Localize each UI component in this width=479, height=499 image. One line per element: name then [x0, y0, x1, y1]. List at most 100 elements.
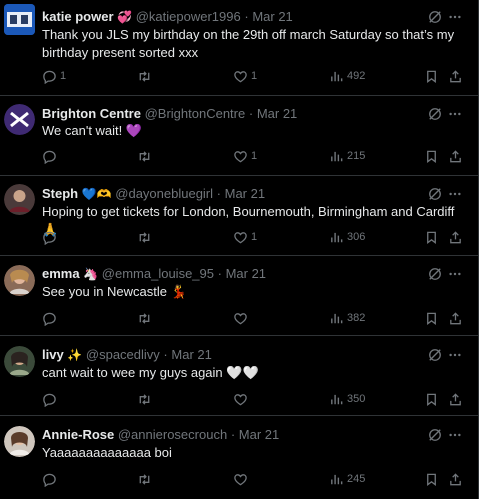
more-icon[interactable]	[448, 428, 462, 442]
more-icon[interactable]	[448, 348, 462, 362]
views-button[interactable]: 215	[329, 148, 365, 164]
grok-icon[interactable]	[428, 107, 442, 121]
grok-icon[interactable]	[428, 187, 442, 201]
avatar[interactable]	[4, 426, 35, 457]
views-button[interactable]: 492	[329, 68, 365, 84]
bookmark-button[interactable]	[424, 391, 439, 407]
like-button[interactable]	[233, 310, 251, 326]
views-button[interactable]: 245	[329, 471, 365, 487]
bookmark-button[interactable]	[424, 229, 439, 245]
tweet-text: cant wait to wee my guys again 🤍🤍	[42, 365, 259, 380]
repost-button[interactable]	[137, 148, 155, 164]
share-button[interactable]	[448, 148, 463, 164]
tweet[interactable]: katie power 💞 @katiepower1996 · Mar 21 T…	[0, 0, 478, 96]
views-button[interactable]: 306	[329, 229, 365, 245]
avatar[interactable]	[4, 346, 35, 377]
share-button[interactable]	[448, 310, 463, 326]
tweet-actions: 1 1 492	[42, 68, 462, 84]
reply-button[interactable]: 1	[42, 68, 66, 84]
display-name[interactable]: Brighton Centre	[42, 106, 141, 121]
like-button[interactable]	[233, 391, 251, 407]
tweet-actions: 1 306	[42, 229, 462, 245]
avatar[interactable]	[4, 4, 35, 35]
repost-button[interactable]	[137, 68, 155, 84]
more-icon[interactable]	[448, 267, 462, 281]
user-handle[interactable]: @katiepower1996	[136, 9, 241, 24]
display-name[interactable]: livy	[42, 347, 64, 362]
display-name[interactable]: emma	[42, 266, 80, 281]
share-icon	[450, 149, 461, 162]
bookmark-button[interactable]	[424, 310, 439, 326]
share-button[interactable]	[448, 229, 463, 245]
bookmark-button[interactable]	[424, 471, 439, 487]
grok-icon[interactable]	[428, 428, 442, 442]
like-button[interactable]	[233, 471, 251, 487]
more-icon[interactable]	[448, 10, 462, 24]
grok-icon[interactable]	[428, 10, 442, 24]
bookmark-button[interactable]	[424, 148, 439, 164]
reply-button[interactable]	[42, 391, 60, 407]
share-icon	[450, 472, 461, 485]
share-button[interactable]	[448, 391, 463, 407]
like-button[interactable]: 1	[233, 68, 257, 84]
tweet[interactable]: Annie-Rose @annierosecrouch · Mar 21 Yaa…	[0, 416, 478, 499]
view-count: 382	[347, 312, 366, 324]
tweet[interactable]: emma 🦄 @emma_louise_95 · Mar 21 See you …	[0, 256, 478, 336]
like-icon	[234, 312, 247, 324]
tweet-date[interactable]: Mar 21	[257, 106, 297, 121]
like-icon	[234, 150, 247, 162]
more-icon[interactable]	[448, 107, 462, 121]
like-count: 1	[251, 70, 258, 82]
display-name[interactable]: Steph	[42, 186, 78, 201]
tweet-date[interactable]: Mar 21	[225, 186, 265, 201]
tweet-text: See you in Newcastle 💃	[42, 284, 187, 299]
repost-button[interactable]	[137, 471, 155, 487]
tweet-actions: 245	[42, 471, 462, 487]
bookmark-icon	[427, 473, 436, 486]
user-handle[interactable]: @dayonebluegirl	[115, 186, 213, 201]
share-button[interactable]	[448, 68, 463, 84]
reply-button[interactable]	[42, 310, 60, 326]
tweet-date[interactable]: Mar 21	[239, 427, 279, 442]
name-badge: 💙🫶	[81, 187, 112, 201]
display-name[interactable]: Annie-Rose	[42, 427, 114, 442]
tweet-date[interactable]: Mar 21	[226, 266, 266, 281]
user-handle[interactable]: @annierosecrouch	[118, 427, 227, 442]
repost-button[interactable]	[137, 229, 155, 245]
share-button[interactable]	[448, 471, 463, 487]
tweet[interactable]: livy ✨ @spacedlivy · Mar 21 cant wait to…	[0, 336, 478, 416]
user-handle[interactable]: @spacedlivy	[86, 347, 160, 362]
avatar[interactable]	[4, 265, 35, 296]
bookmark-button[interactable]	[424, 68, 439, 84]
user-handle[interactable]: @emma_louise_95	[102, 266, 214, 281]
user-handle[interactable]: @BrightonCentre	[145, 106, 246, 121]
like-icon	[234, 70, 247, 82]
more-icon[interactable]	[448, 187, 462, 201]
like-button[interactable]: 1	[233, 229, 257, 245]
tweet[interactable]: Steph 💙🫶 @dayonebluegirl · Mar 21 Hoping…	[0, 176, 478, 256]
like-icon	[234, 393, 247, 405]
separator: ·	[216, 186, 221, 201]
share-icon	[450, 311, 461, 324]
like-button[interactable]: 1	[233, 148, 257, 164]
display-name[interactable]: katie power	[42, 9, 114, 24]
tweet[interactable]: Brighton Centre @BrightonCentre · Mar 21…	[0, 96, 478, 176]
views-button[interactable]: 350	[329, 391, 365, 407]
reply-button[interactable]	[42, 471, 60, 487]
avatar[interactable]	[4, 104, 35, 135]
tweet-actions: 382	[42, 310, 462, 326]
tweet-actions: 1 215	[42, 148, 462, 164]
tweet-date[interactable]: Mar 21	[171, 347, 211, 362]
views-button[interactable]: 382	[329, 310, 365, 326]
like-count: 1	[251, 150, 258, 162]
grok-icon[interactable]	[428, 267, 442, 281]
repost-button[interactable]	[137, 391, 155, 407]
grok-icon[interactable]	[428, 348, 442, 362]
reply-button[interactable]	[42, 148, 60, 164]
repost-button[interactable]	[137, 310, 155, 326]
repost-icon	[139, 393, 150, 405]
avatar[interactable]	[4, 184, 35, 215]
reply-button[interactable]	[42, 229, 60, 245]
view-count: 306	[347, 231, 366, 243]
tweet-date[interactable]: Mar 21	[252, 9, 292, 24]
